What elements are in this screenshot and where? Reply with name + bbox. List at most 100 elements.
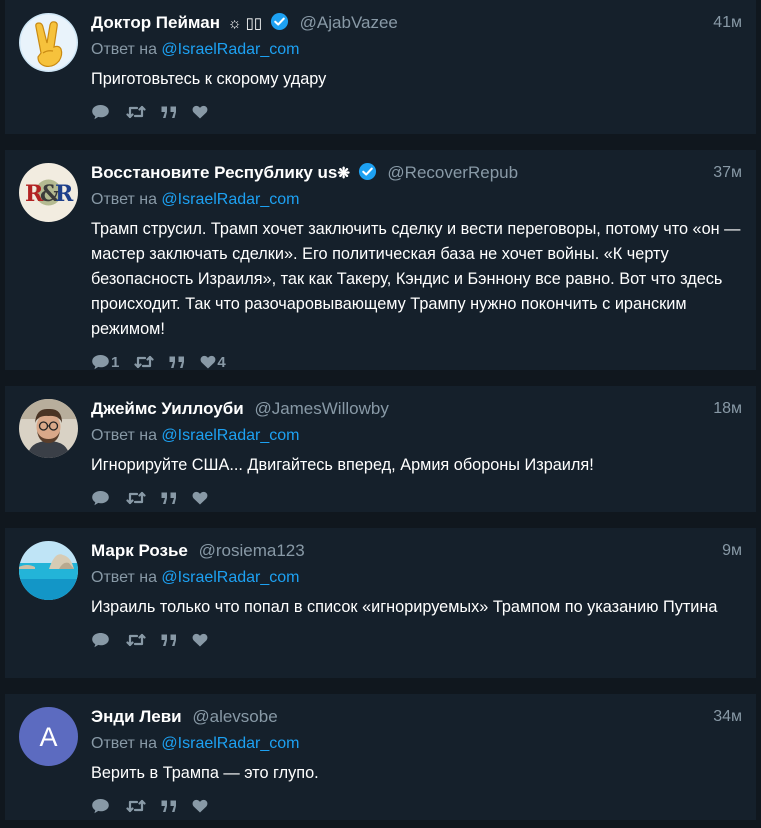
like-button[interactable] bbox=[192, 799, 209, 813]
author-name[interactable]: Энди Леви bbox=[91, 707, 182, 726]
tweet-text: Верить в Трампа — это глупо. bbox=[91, 764, 319, 782]
author-handle[interactable]: @rosiema123 bbox=[199, 541, 305, 560]
quote-button[interactable] bbox=[161, 800, 177, 813]
name-emoji: ❋ bbox=[337, 165, 350, 182]
author-name[interactable]: Восстановите Республику us bbox=[91, 163, 337, 182]
reply-prefix: Ответ на bbox=[91, 427, 157, 444]
like-button[interactable] bbox=[192, 491, 209, 505]
avatar[interactable]: A bbox=[19, 707, 78, 766]
tweet-card[interactable]: Джеймс Уиллоуби @JamesWillowby 18м Ответ… bbox=[5, 386, 756, 512]
action-bar bbox=[91, 630, 742, 650]
reply-button[interactable] bbox=[91, 798, 111, 814]
quote-icon bbox=[161, 634, 176, 646]
author-name[interactable]: Джеймс Уиллоуби bbox=[91, 399, 244, 418]
quote-icon bbox=[161, 106, 176, 118]
tweet-card[interactable]: Доктор Пейман ☼ ▯▯ @AjabVazee 41м Ответ … bbox=[5, 0, 756, 134]
author-handle[interactable]: @alevsobe bbox=[192, 707, 277, 726]
heart-icon bbox=[192, 105, 208, 119]
heart-icon bbox=[192, 491, 208, 505]
retweet-button[interactable] bbox=[126, 105, 146, 119]
reply-to-link[interactable]: @IsraelRadar_com bbox=[161, 735, 299, 752]
reply-context: Ответ на @IsraelRadar_com bbox=[91, 733, 742, 755]
action-bar: 1 4 bbox=[91, 352, 742, 372]
reply-icon bbox=[92, 799, 109, 814]
retweet-button[interactable] bbox=[126, 633, 146, 647]
author-name[interactable]: Доктор Пейман bbox=[91, 13, 220, 32]
reply-button[interactable]: 1 bbox=[91, 354, 119, 371]
reply-button[interactable] bbox=[91, 632, 111, 648]
reply-to-link[interactable]: @IsraelRadar_com bbox=[161, 191, 299, 208]
avatar[interactable] bbox=[19, 13, 78, 72]
tweet-text: Приготовьтесь к скорому удару bbox=[91, 70, 327, 88]
reply-to-link[interactable]: @IsraelRadar_com bbox=[161, 427, 299, 444]
tweet-card[interactable]: Марк Розье @rosiema123 9м Ответ на @Isra… bbox=[5, 528, 756, 678]
quote-icon bbox=[161, 492, 176, 504]
quote-button[interactable] bbox=[161, 634, 177, 647]
like-button[interactable] bbox=[192, 633, 209, 647]
reply-icon bbox=[92, 491, 109, 506]
quote-icon bbox=[161, 800, 176, 812]
letter-avatar-icon: A bbox=[19, 707, 78, 766]
retweet-button[interactable] bbox=[126, 491, 146, 505]
reply-to-link[interactable]: @IsraelRadar_com bbox=[161, 41, 299, 58]
reply-prefix: Ответ на bbox=[91, 191, 157, 208]
tweet-text: Израиль только что попал в список «игнор… bbox=[91, 598, 718, 616]
quote-button[interactable] bbox=[169, 356, 185, 369]
tweet-text: Игнорируйте США... Двигайтесь вперед, Ар… bbox=[91, 456, 594, 474]
svg-text:A: A bbox=[39, 722, 57, 752]
reply-context: Ответ на @IsraelRadar_com bbox=[91, 567, 742, 589]
action-bar bbox=[91, 488, 742, 508]
reply-count: 1 bbox=[111, 353, 120, 371]
victory-hand-avatar-icon bbox=[19, 13, 78, 72]
author-handle[interactable]: @AjabVazee bbox=[300, 13, 398, 32]
reply-prefix: Ответ на bbox=[91, 735, 157, 752]
reply-button[interactable] bbox=[91, 490, 111, 506]
avatar[interactable]: R & R bbox=[19, 163, 78, 222]
heart-icon bbox=[200, 355, 216, 369]
reply-icon bbox=[92, 633, 109, 648]
timestamp[interactable]: 41м bbox=[713, 12, 742, 34]
author-handle[interactable]: @JamesWillowby bbox=[254, 399, 388, 418]
reply-feed: Доктор Пейман ☼ ▯▯ @AjabVazee 41м Ответ … bbox=[0, 0, 761, 828]
quote-icon bbox=[169, 356, 185, 368]
name-emoji: ☼ ▯▯ bbox=[227, 15, 263, 32]
reply-context: Ответ на @IsraelRadar_com bbox=[91, 39, 742, 61]
heart-icon bbox=[192, 633, 208, 647]
action-bar bbox=[91, 102, 742, 122]
avatar[interactable] bbox=[19, 399, 78, 458]
action-bar bbox=[91, 796, 742, 816]
reply-prefix: Ответ на bbox=[91, 41, 157, 58]
svg-text:R: R bbox=[55, 181, 74, 207]
timestamp[interactable]: 18м bbox=[713, 398, 742, 420]
retweet-button[interactable] bbox=[134, 355, 154, 369]
like-count: 4 bbox=[217, 353, 226, 371]
timestamp[interactable]: 9м bbox=[722, 540, 742, 562]
retweet-icon bbox=[126, 633, 146, 647]
like-button[interactable]: 4 bbox=[200, 353, 226, 371]
tweet-card[interactable]: A Энди Леви @alevsobe 34м Ответ на @Isra… bbox=[5, 694, 756, 820]
heart-icon bbox=[192, 799, 208, 813]
reply-context: Ответ на @IsraelRadar_com bbox=[91, 189, 742, 211]
reply-icon bbox=[92, 355, 109, 370]
retweet-icon bbox=[134, 355, 154, 369]
quote-button[interactable] bbox=[161, 492, 177, 505]
tweet-card[interactable]: R & R Восстановите Республику us❋ @Recov… bbox=[5, 150, 756, 372]
avatar[interactable] bbox=[19, 541, 78, 600]
beach-photo-avatar-icon bbox=[19, 541, 78, 600]
tweet-text: Трамп струсил. Трамп хочет заключить сде… bbox=[91, 220, 741, 338]
man-photo-avatar-icon bbox=[19, 399, 78, 458]
verified-badge-icon bbox=[270, 12, 289, 37]
reply-button[interactable] bbox=[91, 104, 111, 120]
reply-prefix: Ответ на bbox=[91, 569, 157, 586]
quote-button[interactable] bbox=[161, 106, 177, 119]
author-handle[interactable]: @RecoverRepub bbox=[387, 163, 518, 182]
rr-logo-avatar-icon: R & R bbox=[19, 163, 78, 222]
like-button[interactable] bbox=[192, 105, 209, 119]
retweet-icon bbox=[126, 799, 146, 813]
verified-badge-icon bbox=[358, 162, 377, 187]
timestamp[interactable]: 34м bbox=[713, 706, 742, 728]
author-name[interactable]: Марк Розье bbox=[91, 541, 188, 560]
retweet-button[interactable] bbox=[126, 799, 146, 813]
timestamp[interactable]: 37м bbox=[713, 162, 742, 184]
reply-to-link[interactable]: @IsraelRadar_com bbox=[161, 569, 299, 586]
